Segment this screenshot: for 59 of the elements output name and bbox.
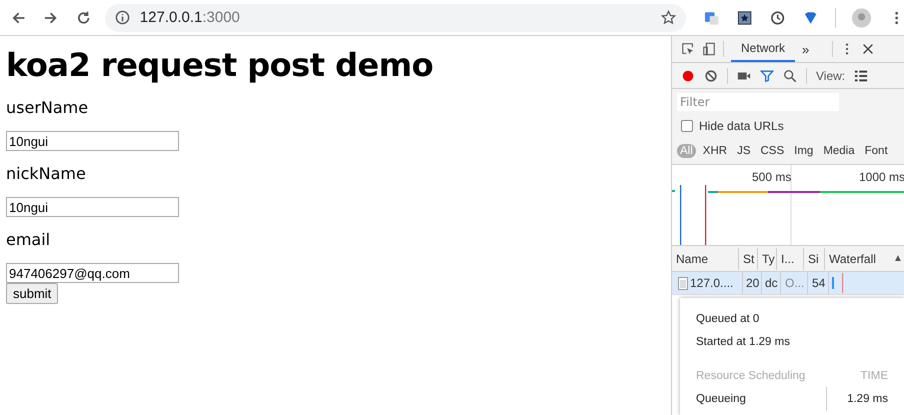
inspect-icon[interactable] (681, 42, 695, 56)
checkbox-label: Hide data URLs (699, 119, 784, 133)
reload-icon[interactable] (76, 10, 91, 26)
type-filter-button[interactable]: Img (791, 144, 816, 158)
type-filter-button[interactable]: JS (734, 144, 754, 158)
close-icon[interactable] (861, 42, 876, 56)
input-field[interactable]: 10ngui (6, 131, 179, 151)
sort-indicator[interactable]: ▲ (893, 253, 903, 264)
column-header[interactable]: St (739, 248, 758, 270)
checkbox[interactable] (681, 120, 693, 132)
record-icon[interactable] (681, 68, 695, 82)
filter-icon[interactable] (760, 68, 774, 82)
table-cell: 127.0.... (688, 272, 743, 294)
list-view-icon[interactable] (854, 68, 868, 82)
column-header[interactable]: Si (804, 248, 825, 270)
table-cell: 54 (808, 272, 829, 294)
type-filter-button[interactable]: CSS (757, 144, 788, 158)
timing-value: 1.29 ms (826, 387, 888, 411)
column-header[interactable]: Ty (758, 248, 777, 270)
clear-icon[interactable] (704, 68, 718, 82)
table-cell: 20 (743, 272, 762, 294)
column-heading: TIME (860, 369, 888, 384)
column-header[interactable]: Name (672, 248, 739, 270)
popup-text: Queued at 0 (696, 312, 760, 327)
filter-field[interactable]: Filter (677, 92, 839, 110)
submit-button[interactable]: submit (6, 283, 58, 304)
waterfall-bar-icon (831, 273, 845, 293)
field-label: userName (6, 98, 90, 118)
input-field[interactable]: 947406297@qq.com (6, 263, 179, 283)
column-header[interactable]: Waterfall (825, 248, 885, 270)
request-row[interactable]: 127.0.... 20 dc O... 54 (672, 272, 904, 295)
forward-icon[interactable] (43, 10, 59, 26)
info-icon[interactable] (114, 10, 130, 25)
table-cell: O... (781, 272, 808, 294)
more-tabs-button[interactable]: » (802, 42, 810, 56)
input-field[interactable]: 10ngui (6, 197, 179, 217)
avatar-icon[interactable] (852, 8, 871, 28)
column-header[interactable]: I... (777, 248, 804, 270)
timeline-tick-label: 500 ms (752, 170, 792, 184)
type-filter-button[interactable]: Font (862, 144, 891, 158)
search-icon[interactable] (783, 68, 797, 82)
field-label: nickName (6, 164, 87, 184)
popup-text: Started at 1.29 ms (696, 335, 791, 350)
type-filter-button[interactable]: Media (820, 144, 858, 158)
section-heading: Resource Scheduling (696, 369, 806, 384)
translate-icon[interactable] (704, 10, 719, 26)
device-icon[interactable] (702, 42, 716, 56)
view-label: View: (816, 68, 846, 82)
type-filter-button[interactable]: XHR (700, 144, 730, 158)
document-icon (678, 276, 688, 290)
page-heading: koa2 request post demo (6, 45, 434, 85)
gem-icon[interactable] (803, 10, 819, 26)
timing-label: Queueing (696, 392, 746, 407)
address-bar[interactable]: 127.0.0.1:3000 (104, 4, 686, 32)
table-cell: dc (762, 272, 781, 294)
field-label: email (6, 230, 52, 250)
clock-icon[interactable] (770, 10, 786, 26)
url-text: 127.0.0.1:3000 (140, 9, 241, 26)
star-icon[interactable] (660, 10, 676, 25)
